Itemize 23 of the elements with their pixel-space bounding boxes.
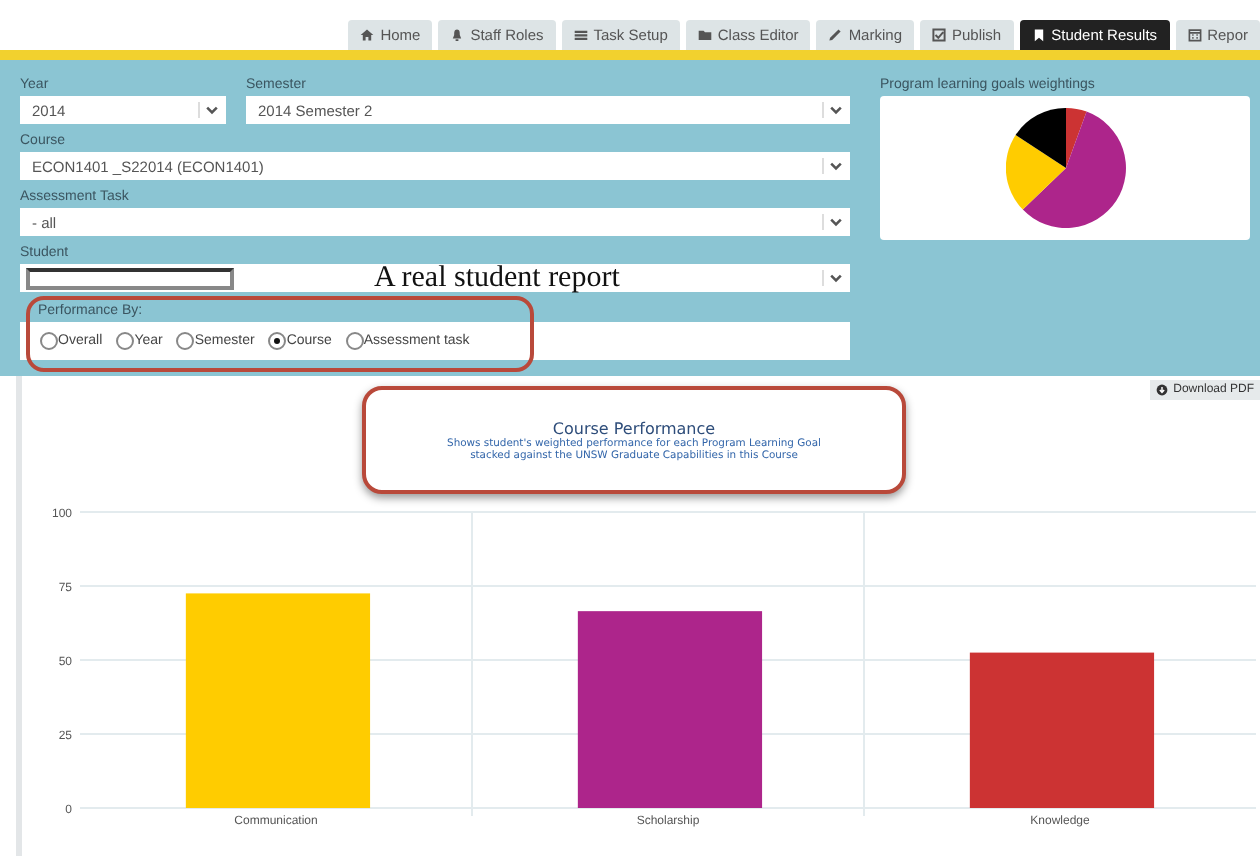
chart-title: Course Performance bbox=[552, 419, 716, 437]
radio-button[interactable] bbox=[40, 332, 58, 350]
list-icon bbox=[573, 28, 588, 42]
calendar-icon bbox=[1187, 28, 1202, 42]
chevron-down-icon bbox=[822, 270, 844, 286]
chevron-down-icon bbox=[822, 102, 844, 118]
chevron-down-icon bbox=[822, 214, 844, 230]
radio-button[interactable] bbox=[176, 332, 195, 350]
radio-button[interactable] bbox=[345, 332, 364, 350]
radio-button[interactable] bbox=[116, 332, 135, 350]
overlay-caption: A real student report bbox=[374, 264, 620, 292]
checkbox-icon bbox=[932, 28, 946, 42]
chevron-down-icon bbox=[822, 158, 844, 174]
home-icon bbox=[360, 28, 375, 42]
folder-icon bbox=[697, 28, 712, 42]
pencil-icon bbox=[828, 28, 843, 42]
download-icon bbox=[1155, 384, 1168, 396]
student-input-field[interactable] bbox=[26, 267, 234, 289]
radio-button[interactable] bbox=[268, 332, 287, 350]
chevron-down-icon bbox=[198, 102, 220, 118]
bookmark-icon bbox=[1031, 28, 1046, 42]
pie-chart-drawing bbox=[1005, 108, 1125, 228]
bell-icon bbox=[450, 28, 465, 42]
